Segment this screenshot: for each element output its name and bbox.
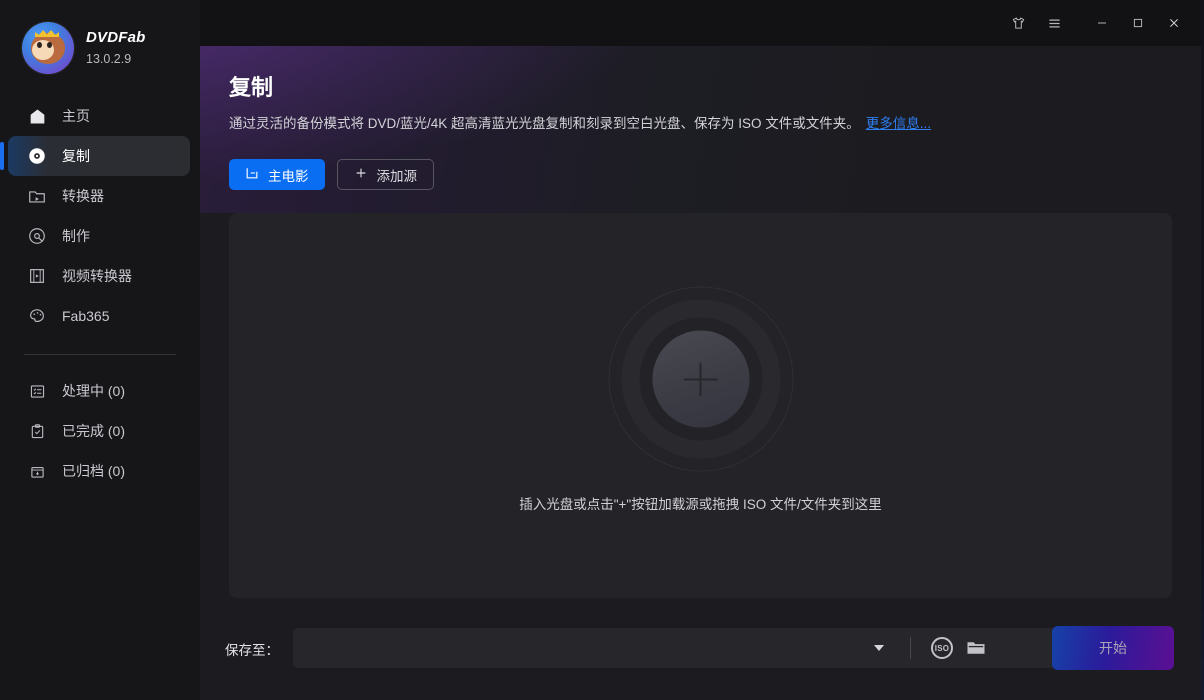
dvdfab-app-window: DVDFab 13.0.2.9 主页 复制 转换器 制作 视频转换器 Fab36… [0,0,1201,700]
title-bar [200,0,1201,46]
tool-divider [910,637,911,659]
bottom-bar: 保存至： ISO 开始 [200,598,1201,700]
sidebar-item-label: 复制 [62,148,90,164]
page-title: 复制 [229,75,274,100]
page-description: 通过灵活的备份模式将 DVD/蓝光/4K 超高清蓝光光盘复制和刻录到空白光盘、保… [229,112,931,132]
sidebar-item-label: 转换器 [62,188,104,204]
sidebar-item-ripper[interactable]: 转换器 [0,176,190,216]
film-strip-icon [26,265,48,287]
home-icon [26,105,48,127]
palette-icon [26,305,48,327]
sidebar-item-label: 处理中 (0) [62,383,125,399]
save-to-label: 保存至： [225,643,279,658]
primary-nav: 主页 复制 转换器 制作 视频转换器 Fab365 处理中 (0) 已完成 (0… [0,96,200,491]
main-movie-icon [245,166,259,183]
skin-icon[interactable] [1000,7,1036,39]
iso-output-icon[interactable]: ISO [925,628,959,668]
iso-badge-label: ISO [931,637,953,659]
sidebar-item-processing[interactable]: 处理中 (0) [0,371,190,411]
save-path-tools: ISO [858,628,1056,668]
disc-copy-icon [26,145,48,167]
dropzone-hint: 插入光盘或点击"+"按钮加载源或拖拽 ISO 文件/文件夹到这里 [519,497,882,512]
main-movie-button[interactable]: 主电影 [229,159,325,190]
dvdfab-logo-icon [22,22,74,74]
main-pane: 复制 通过灵活的备份模式将 DVD/蓝光/4K 超高清蓝光光盘复制和刻录到空白光… [200,0,1201,700]
brand-name: DVDFab [86,29,146,46]
add-source-button[interactable]: 添加源 [336,159,434,190]
plus-icon [354,166,368,183]
sidebar-item-video-converter[interactable]: 视频转换器 [0,256,190,296]
sidebar-item-archived[interactable]: 已归档 (0) [0,451,190,491]
minimize-icon[interactable] [1084,7,1120,39]
more-info-link[interactable]: 更多信息... [866,116,931,131]
brand-header: DVDFab 13.0.2.9 [0,0,200,74]
menu-icon[interactable] [1036,7,1072,39]
mode-toolbar: 主电影 添加源 [229,159,434,190]
app-version: 13.0.2.9 [86,52,132,66]
processing-list-icon [26,380,48,402]
folder-icon[interactable] [959,628,993,668]
main-movie-label: 主电影 [268,168,309,184]
sidebar-item-completed[interactable]: 已完成 (0) [0,411,190,451]
save-path-input[interactable] [293,628,858,668]
disc-placeholder-graphic[interactable] [608,286,793,472]
sidebar-item-label: 制作 [62,228,90,244]
sidebar: DVDFab 13.0.2.9 主页 复制 转换器 制作 视频转换器 Fab36… [0,0,200,700]
sidebar-item-creator[interactable]: 制作 [0,216,190,256]
sidebar-item-label: Fab365 [62,308,110,324]
page-description-text: 通过灵活的备份模式将 DVD/蓝光/4K 超高清蓝光光盘复制和刻录到空白光盘、保… [229,116,860,131]
close-icon[interactable] [1156,7,1192,39]
chevron-down-icon[interactable] [858,628,900,668]
clipboard-check-icon [26,420,48,442]
start-button-label: 开始 [1099,640,1127,656]
sidebar-divider [24,354,176,355]
sidebar-item-label: 主页 [62,108,90,124]
start-button[interactable]: 开始 [1052,626,1174,670]
ripper-icon [26,185,48,207]
hero-section: 复制 通过灵活的备份模式将 DVD/蓝光/4K 超高清蓝光光盘复制和刻录到空白光… [200,46,1201,213]
archive-box-icon [26,460,48,482]
add-source-disc-button[interactable] [652,330,749,428]
maximize-icon[interactable] [1120,7,1156,39]
sidebar-item-copy[interactable]: 复制 [0,136,190,176]
creator-disc-icon [26,225,48,247]
sidebar-item-label: 视频转换器 [62,268,132,284]
sidebar-item-fab365[interactable]: Fab365 [0,296,190,336]
sidebar-item-label: 已完成 (0) [62,423,125,439]
sidebar-item-home[interactable]: 主页 [0,96,190,136]
add-source-label: 添加源 [376,168,418,184]
source-dropzone[interactable]: 插入光盘或点击"+"按钮加载源或拖拽 ISO 文件/文件夹到这里 [229,213,1172,598]
plus-icon-vertical [699,362,702,396]
sidebar-item-label: 已归档 (0) [62,463,125,479]
